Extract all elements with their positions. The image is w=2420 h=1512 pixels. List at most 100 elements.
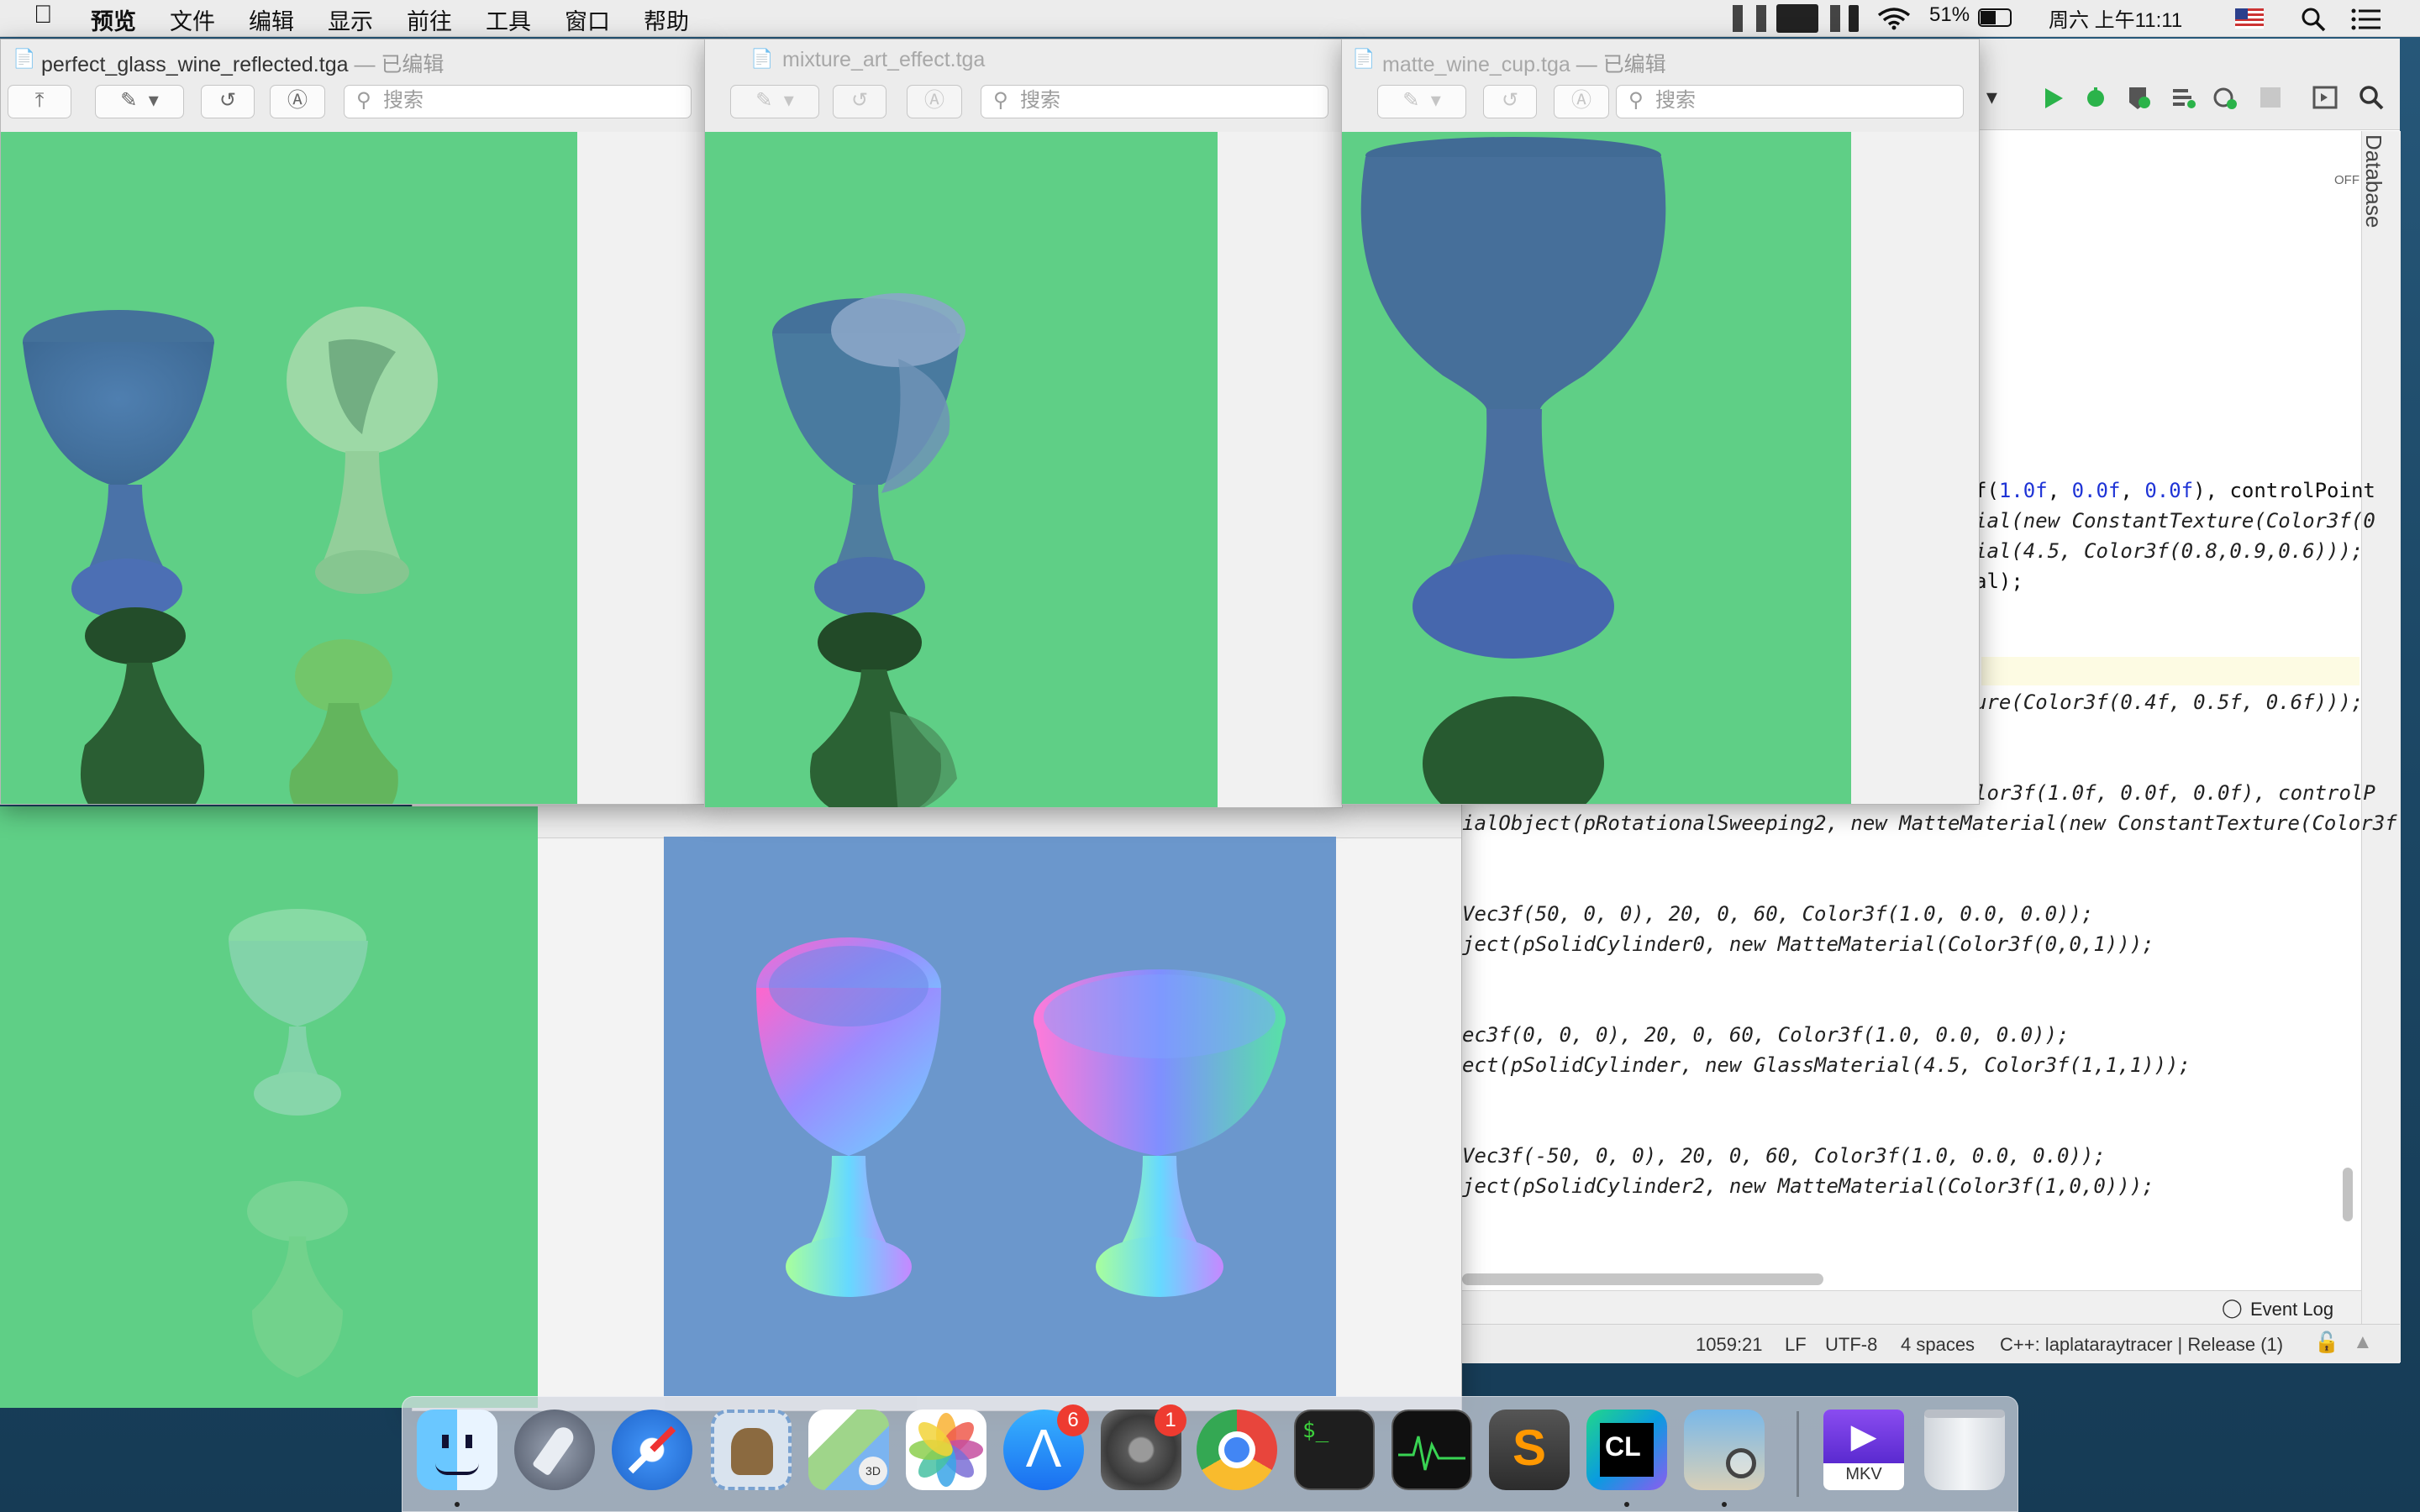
window-titlebar[interactable]: 📄 mixture_art_effect.tga ✎ ▾ ↺ Ⓐ ⚲ 搜索: [705, 39, 1342, 133]
stop-icon[interactable]: [2260, 87, 2281, 108]
mkv-player-icon[interactable]: ▶ MKV: [1823, 1410, 1904, 1490]
ide-right-sidebar: [2361, 131, 2401, 1362]
apple-menu-icon[interactable]: : [34, 1, 53, 29]
debug-icon[interactable]: [2082, 84, 2109, 111]
code-line[interactable]: f(1.0f, 0.0f, 0.0f), controlPoint: [1975, 479, 2375, 502]
code-line[interactable]: Vec3f(-50, 0, 0), 20, 0, 60, Color3f(1.0…: [1462, 1144, 2106, 1168]
project-structure-icon[interactable]: [2312, 86, 2338, 109]
markup-toolbar-button[interactable]: Ⓐ: [1554, 85, 1609, 118]
search-field[interactable]: ⚲ 搜索: [981, 85, 1328, 118]
window-titlebar[interactable]: 📄 perfect_glass_wine_reflected.tga — 已编辑…: [1, 39, 705, 133]
preview-window-mixture-art[interactable]: 📄 mixture_art_effect.tga ✎ ▾ ↺ Ⓐ ⚲ 搜索: [704, 39, 1343, 808]
wifi-icon[interactable]: [1877, 7, 1911, 30]
context-selector[interactable]: C++: laplataraytracer | Release (1): [2000, 1334, 2283, 1356]
run-icon[interactable]: [2040, 86, 2065, 111]
caret-position[interactable]: 1059:21: [1696, 1334, 1763, 1356]
maps-icon[interactable]: 3D: [808, 1410, 889, 1490]
menu-go[interactable]: 前往: [407, 3, 452, 36]
green-render-bottom-left: [0, 806, 538, 1408]
menu-file[interactable]: 文件: [170, 3, 215, 36]
mail-icon[interactable]: [711, 1410, 792, 1490]
preview-window-matte-wine-cup[interactable]: 📄 matte_wine_cup.tga — 已编辑 ✎ ▾ ↺ Ⓐ ⚲ 搜索: [1341, 39, 1980, 805]
clion-icon[interactable]: CL: [1586, 1410, 1667, 1490]
memory-bar-icon[interactable]: [1849, 5, 1859, 32]
markup-button[interactable]: ✎ ▾: [1377, 85, 1466, 118]
chrome-icon[interactable]: [1197, 1410, 1277, 1490]
markup-button[interactable]: ✎ ▾: [730, 85, 819, 118]
normals-cup-left: [756, 937, 941, 1297]
activity-monitor-icon[interactable]: [1392, 1410, 1472, 1490]
code-line[interactable]: ial(new ConstantTexture(Color3f(0: [1975, 509, 2375, 533]
window-titlebar[interactable]: 📄 matte_wine_cup.tga — 已编辑 ✎ ▾ ↺ Ⓐ ⚲ 搜索: [1342, 39, 1979, 133]
menu-preview[interactable]: 预览: [91, 3, 136, 36]
cpu-meter-icon[interactable]: [1756, 5, 1766, 32]
code-line[interactable]: ec3f(0, 0, 0), 20, 0, 60, Color3f(1.0, 0…: [1462, 1023, 2069, 1047]
terminal-icon[interactable]: $_: [1294, 1410, 1375, 1490]
menu-bar:  预览 文件 编辑 显示 前往 工具 窗口 帮助 51% 周六 上午11:11: [0, 0, 2420, 37]
search-icon: ⚲: [356, 89, 371, 112]
menu-window[interactable]: 窗口: [565, 3, 610, 36]
mem-meter-icon[interactable]: [1830, 5, 1840, 32]
code-line[interactable]: lor3f(1.0f, 0.0f, 0.0f), controlP: [1975, 781, 2375, 805]
launchpad-icon[interactable]: [514, 1410, 595, 1490]
attach-debugger-icon[interactable]: [2212, 84, 2238, 111]
spotlight-search-icon[interactable]: [2301, 7, 2326, 32]
sidebar-panel: [577, 132, 705, 804]
menu-edit[interactable]: 编辑: [249, 3, 294, 36]
horizontal-scrollbar[interactable]: [1462, 1273, 1823, 1285]
sidebar-panel: [1851, 132, 1979, 804]
database-tab[interactable]: Database: [2360, 134, 2386, 228]
code-line[interactable]: ject(pSolidCylinder2, new MatteMaterial(…: [1462, 1174, 2154, 1198]
document-icon: 📄: [1352, 48, 1376, 69]
preview-icon[interactable]: [1684, 1410, 1765, 1490]
search-placeholder: 搜索: [1655, 89, 1696, 112]
sensor-meter-icon[interactable]: [1733, 5, 1743, 32]
vertical-scrollbar[interactable]: [2343, 1168, 2353, 1221]
clock[interactable]: 周六 上午11:11: [2049, 3, 2182, 33]
share-button[interactable]: ⤒: [8, 85, 71, 118]
line-separator[interactable]: LF: [1785, 1334, 1807, 1356]
preview-window-perfect-glass[interactable]: 📄 perfect_glass_wine_reflected.tga — 已编辑…: [0, 39, 706, 805]
code-line[interactable]: ial(4.5, Color3f(0.8,0.9,0.6)));: [1975, 539, 2363, 563]
matte-wine-cup: [1360, 137, 1666, 659]
memory-indicator-icon[interactable]: ▲: [2353, 1331, 2373, 1354]
normals-cup-right: [1034, 969, 1286, 1297]
profile-icon[interactable]: [2170, 84, 2196, 111]
code-line[interactable]: ject(pSolidCylinder0, new MatteMaterial(…: [1462, 932, 2154, 956]
safari-icon[interactable]: [612, 1410, 692, 1490]
rotate-button[interactable]: ↺: [1483, 85, 1537, 118]
code-line[interactable]: Vec3f(50, 0, 0), 20, 0, 60, Color3f(1.0,…: [1462, 902, 2093, 926]
code-line[interactable]: al);: [1975, 570, 2023, 593]
cpu-graph-icon[interactable]: [1776, 4, 1818, 33]
indent-setting[interactable]: 4 spaces: [1901, 1334, 1975, 1356]
finder-icon[interactable]: [417, 1410, 497, 1490]
markup-button[interactable]: ✎ ▾: [95, 85, 184, 118]
notification-center-icon[interactable]: [2351, 8, 2381, 30]
normals-render-image: [664, 837, 1336, 1396]
photos-icon[interactable]: [906, 1410, 986, 1490]
search-field[interactable]: ⚲ 搜索: [1616, 85, 1964, 118]
ide-search-icon[interactable]: [2358, 84, 2385, 111]
rotate-button[interactable]: ↺: [833, 85, 886, 118]
markup-toolbar-button[interactable]: Ⓐ: [270, 85, 325, 118]
lock-icon[interactable]: 🔓: [2314, 1331, 2339, 1355]
menu-view[interactable]: 显示: [328, 3, 373, 36]
code-line[interactable]: ect(pSolidCylinder, new GlassMaterial(4.…: [1462, 1053, 2191, 1077]
search-field[interactable]: ⚲ 搜索: [344, 85, 692, 118]
menu-tools[interactable]: 工具: [486, 3, 531, 36]
trash-icon[interactable]: [1924, 1410, 2005, 1490]
battery-icon[interactable]: [1978, 8, 2012, 27]
sublime-text-icon[interactable]: S: [1489, 1410, 1570, 1490]
rotate-button[interactable]: ↺: [201, 85, 255, 118]
markup-toolbar-button[interactable]: Ⓐ: [907, 85, 962, 118]
event-log-button[interactable]: Event Log: [2250, 1299, 2333, 1320]
input-source-flag-icon[interactable]: [2235, 8, 2264, 29]
menu-help[interactable]: 帮助: [644, 3, 689, 36]
document-icon: 📄: [13, 48, 36, 69]
code-line[interactable]: ialObject(pRotationalSweeping2, new Matt…: [1462, 811, 2397, 835]
code-line[interactable]: ure(Color3f(0.4f, 0.5f, 0.6f)));: [1975, 690, 2363, 714]
file-encoding[interactable]: UTF-8: [1825, 1334, 1877, 1356]
search-placeholder: 搜索: [1020, 89, 1060, 112]
event-log-icon[interactable]: ◯: [2222, 1297, 2243, 1319]
coverage-icon[interactable]: [2126, 84, 2153, 111]
